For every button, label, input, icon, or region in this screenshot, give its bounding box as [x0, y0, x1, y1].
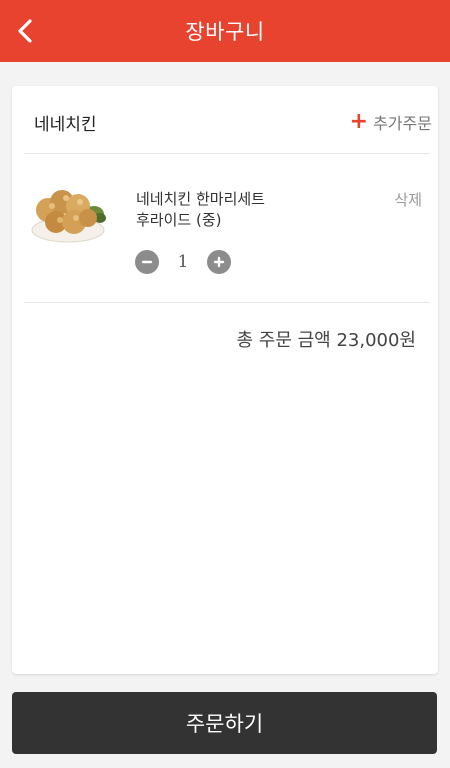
quantity-value: 1 [177, 252, 189, 272]
back-button[interactable] [6, 12, 44, 50]
item-name-line1: 네네치킨 한마리세트 [136, 190, 265, 208]
chevron-left-icon [18, 19, 32, 43]
cart-card: 네네치킨 + 추가주문 네네치킨 한마리세트 후라이드 (중) 삭제 1 총 주… [12, 86, 438, 674]
order-total: 총 주문 금액 23,000원 [236, 330, 416, 351]
add-order-button[interactable]: + 추가주문 [350, 110, 432, 134]
plus-icon [213, 256, 225, 268]
item-name: 네네치킨 한마리세트 후라이드 (중) [136, 189, 265, 231]
fried-chicken-image [31, 190, 106, 243]
page-title: 장바구니 [185, 20, 265, 44]
quantity-stepper: 1 [135, 250, 231, 274]
app-header: 장바구니 [0, 0, 450, 62]
order-button[interactable]: 주문하기 [12, 692, 437, 754]
store-row: 네네치킨 + 추가주문 [24, 86, 432, 154]
minus-icon [141, 260, 153, 264]
item-name-line2: 후라이드 (중) [136, 211, 222, 229]
cart-item: 네네치킨 한마리세트 후라이드 (중) 삭제 1 [24, 154, 430, 303]
store-name: 네네치킨 [34, 115, 97, 135]
decrease-button[interactable] [135, 250, 159, 274]
add-order-label: 추가주문 [373, 114, 432, 133]
increase-button[interactable] [207, 250, 231, 274]
delete-button[interactable]: 삭제 [394, 189, 422, 210]
plus-icon: + [349, 109, 369, 134]
